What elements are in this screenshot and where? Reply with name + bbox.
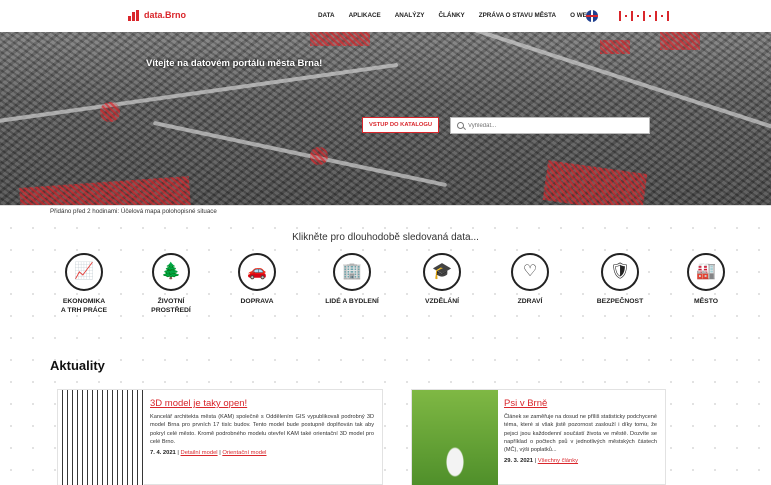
hero-map-patch (310, 147, 328, 165)
hero-map-patch (542, 160, 648, 205)
news-title-link[interactable]: 3D model je taky open! (150, 398, 374, 409)
hero-map-patch (100, 102, 120, 122)
news-link-orientacni-model[interactable]: Orientační model (222, 450, 266, 456)
latest-dataset-ticker: Přidáno před 2 hodinami: Účelová mapa po… (0, 205, 771, 217)
nav-clanky[interactable]: ČLÁNKY (439, 12, 465, 19)
hero-map-patch (600, 40, 630, 54)
chart-board-icon: 📈 (65, 253, 103, 291)
hero-banner: Vítejte na datovém portálu města Brna! V… (0, 32, 771, 205)
news-card: Psi v Brně Článek se zaměřuje na dosud n… (411, 389, 666, 485)
category-zivotni-prostredi[interactable]: 🌲 ŽIVOTNÍ PROSTŘEDÍ (131, 253, 211, 315)
category-vzdelani[interactable]: 🎓 VZDĚLÁNÍ (402, 253, 482, 306)
catalog-button[interactable]: VSTUP DO KATALOGU (362, 117, 440, 133)
hero-map-patch (310, 32, 370, 46)
category-label: ŽIVOTNÍ PROSTŘEDÍ (151, 298, 191, 314)
search-box (450, 117, 650, 134)
news-date: 29. 3. 2021 (504, 458, 534, 465)
hero-map-patch (660, 32, 700, 50)
news-heading: Aktuality (50, 358, 105, 373)
nav-data[interactable]: DATA (318, 12, 335, 19)
news-image-dog[interactable] (412, 390, 498, 485)
news-text: Kancelář architekta města (KAM) společně… (150, 414, 374, 445)
news-title-link[interactable]: Psi v Brně (504, 398, 657, 409)
graduation-cap-icon: 🎓 (423, 253, 461, 291)
categories-heading: Klikněte pro dlouhodobě sledovaná data..… (292, 232, 479, 243)
nav-zprava-o-stavu-mesta[interactable]: ZPRÁVA O STAVU MĚSTA (479, 12, 556, 19)
data-brno-logo[interactable]: data.Brno (128, 10, 186, 21)
top-navigation-bar: data.Brno DATA APLIKACE ANALÝZY ČLÁNKY Z… (0, 0, 771, 32)
news-text: Článek se zaměřuje na dosud ne příliš st… (504, 414, 657, 454)
car-icon: 🚗 (238, 253, 276, 291)
building-icon: 🏢 (333, 253, 371, 291)
hero-map-patch (19, 176, 191, 205)
news-link-vsechny-clanky[interactable]: Všechny články (538, 458, 578, 464)
news-link-detailni-model[interactable]: Detailní model (181, 450, 218, 456)
logo-text: data.Brno (144, 10, 187, 20)
category-zdravi[interactable]: ♡ ZDRAVÍ (490, 253, 570, 306)
ticker-text[interactable]: Přidáno před 2 hodinami: Účelová mapa po… (50, 208, 217, 215)
hero-title: Vítejte na datovém portálu města Brna! (146, 58, 323, 69)
category-mesto[interactable]: 🏭 MĚSTO (666, 253, 746, 306)
nav-analyzy[interactable]: ANALÝZY (395, 12, 425, 19)
brno-logo-icon[interactable] (619, 11, 669, 21)
news-image-3d-model[interactable] (58, 390, 144, 485)
category-bezpecnost[interactable]: 🛡 BEZPEČNOST (580, 253, 660, 306)
search-input[interactable] (468, 122, 638, 129)
news-meta: 29. 3. 2021 | Všechny články (504, 458, 579, 465)
hero-map-road (0, 62, 399, 126)
category-label: BEZPEČNOST (596, 298, 644, 305)
category-doprava[interactable]: 🚗 DOPRAVA (217, 253, 297, 306)
main-nav: DATA APLIKACE ANALÝZY ČLÁNKY ZPRÁVA O ST… (318, 12, 596, 19)
heart-icon: ♡ (511, 253, 549, 291)
shield-lock-icon: 🛡 (601, 253, 639, 291)
news-card: 3D model je taky open! Kancelář architek… (57, 389, 383, 485)
news-meta: 7. 4. 2021 | Detailní model | Orientační… (150, 450, 267, 457)
category-lide-a-bydleni[interactable]: 🏢 LIDÉ A BYDLENÍ (312, 253, 392, 306)
category-label: LIDÉ A BYDLENÍ (325, 298, 379, 305)
category-label: VZDĚLÁNÍ (425, 298, 459, 305)
logo-bars-icon (128, 10, 139, 21)
search-icon (457, 122, 464, 129)
nav-aplikace[interactable]: APLIKACE (349, 12, 381, 19)
category-label: DOPRAVA (240, 298, 274, 305)
news-date: 7. 4. 2021 (150, 450, 176, 457)
category-label: EKONOMIKA A TRH PRÁCE (60, 298, 108, 314)
category-ekonomika[interactable]: 📈 EKONOMIKA A TRH PRÁCE (44, 253, 124, 315)
factory-icon: 🏭 (687, 253, 725, 291)
category-label: MĚSTO (693, 298, 719, 305)
trees-icon: 🌲 (152, 253, 190, 291)
category-label: ZDRAVÍ (517, 298, 543, 305)
uk-flag-icon[interactable] (586, 10, 598, 22)
